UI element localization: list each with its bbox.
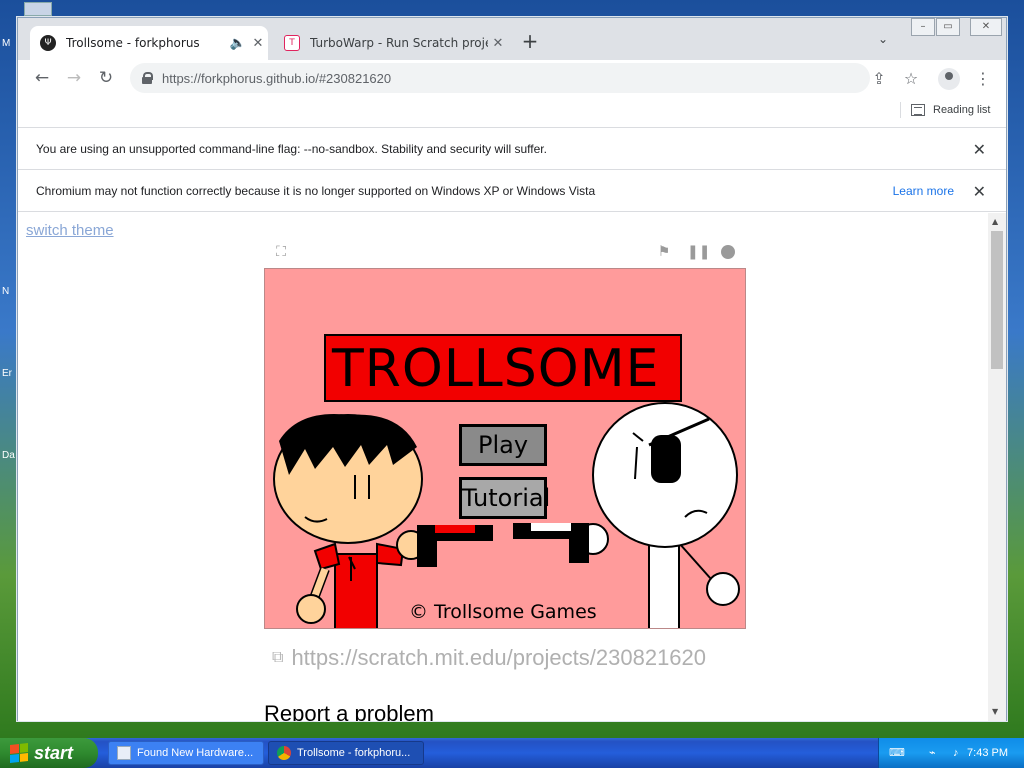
taskbar-item-browser[interactable]: Trollsome - forkphoru...	[268, 741, 424, 765]
hardware-wizard-icon	[117, 746, 131, 760]
sandbox-warning-bar: You are using an unsupported command-lin…	[18, 128, 1006, 170]
game-title: TROLLSOME	[324, 334, 682, 402]
tab-turbowarp[interactable]: T TurboWarp - Run Scratch projects fa ✕	[274, 26, 508, 60]
close-icon[interactable]: ✕	[973, 140, 986, 160]
maximize-button[interactable]: ▭	[936, 18, 960, 36]
volume-icon[interactable]: ♪	[953, 747, 967, 759]
pause-icon[interactable]: ❚❚	[687, 243, 710, 261]
start-button[interactable]: start	[0, 738, 98, 768]
close-tab-icon[interactable]: ✕	[488, 36, 508, 51]
fullscreen-icon[interactable]: ⛶	[272, 243, 290, 261]
url-text[interactable]: https://forkphorus.github.io/#230821620	[162, 71, 391, 86]
right-character-body	[648, 536, 680, 628]
divider	[900, 102, 901, 118]
tab-title: Trollsome - forkphorus	[66, 36, 200, 50]
learn-more-link[interactable]: Learn more	[893, 184, 954, 198]
sandbox-warning-text: You are using an unsupported command-lin…	[36, 141, 547, 156]
toolbar: ← → ↻ https://forkphorus.github.io/#2308…	[18, 60, 1006, 96]
play-button[interactable]: Play	[459, 424, 547, 466]
close-tab-icon[interactable]: ✕	[248, 36, 268, 51]
external-link-icon: ⧉	[272, 649, 284, 666]
vertical-scrollbar[interactable]: ▲ ▼	[988, 213, 1006, 721]
speaker-icon[interactable]: 🔈	[228, 36, 248, 51]
taskbar: start Found New Hardware... Trollsome - …	[0, 738, 1024, 768]
new-tab-button[interactable]: +	[518, 30, 542, 54]
windows-logo-icon	[10, 743, 28, 763]
reading-list-icon	[911, 104, 925, 116]
unsupported-os-text: Chromium may not function correctly beca…	[36, 183, 596, 198]
green-flag-icon[interactable]: ⚑	[655, 243, 673, 261]
desktop-icon-label[interactable]: N	[2, 286, 9, 297]
scroll-up-icon[interactable]: ▲	[992, 217, 998, 226]
close-window-button[interactable]: ✕	[970, 18, 1002, 36]
report-problem-heading: Report a problem	[264, 701, 434, 721]
left-character-body	[334, 553, 378, 628]
tab-title: TurboWarp - Run Scratch projects fa	[310, 36, 488, 50]
unsupported-os-bar: Chromium may not function correctly beca…	[18, 170, 1006, 212]
stop-icon[interactable]	[719, 243, 737, 261]
task-label: Found New Hardware...	[137, 747, 254, 759]
tab-search-icon[interactable]: ⌄	[878, 32, 888, 46]
keyboard-icon[interactable]: ⌨	[889, 747, 905, 759]
system-tray: ⌨ ⌁ ♪ 7:43 PM	[878, 738, 1024, 768]
task-label: Trollsome - forkphoru...	[297, 747, 411, 759]
address-bar[interactable]: https://forkphorus.github.io/#230821620	[130, 63, 870, 93]
tutorial-button[interactable]: Tutorial	[459, 477, 550, 519]
reading-list-button[interactable]: Reading list	[900, 102, 990, 118]
lock-icon[interactable]	[142, 72, 153, 84]
copyright-text: © Trollsome Games	[409, 601, 597, 623]
forward-icon[interactable]: →	[63, 68, 85, 90]
share-icon[interactable]: ⇪	[868, 68, 890, 90]
bookmark-star-icon[interactable]: ☆	[900, 68, 922, 90]
project-link[interactable]: ⧉ https://scratch.mit.edu/projects/23082…	[272, 645, 706, 671]
turbowarp-icon: T	[284, 35, 300, 51]
network-icon[interactable]: ⌁	[929, 747, 943, 759]
menu-kebab-icon[interactable]: ⋮	[972, 68, 994, 90]
reading-list-label: Reading list	[933, 104, 991, 116]
profile-icon[interactable]	[938, 68, 960, 90]
back-icon[interactable]: ←	[31, 68, 53, 90]
chromium-icon	[277, 746, 291, 760]
clock[interactable]: 7:43 PM	[967, 747, 1008, 759]
desktop-icon-label[interactable]: Da	[2, 450, 15, 461]
project-url-text[interactable]: https://scratch.mit.edu/projects/2308216…	[291, 645, 706, 671]
taskbar-item-hardware[interactable]: Found New Hardware...	[108, 741, 264, 765]
close-icon[interactable]: ✕	[973, 182, 986, 202]
switch-theme-link[interactable]: switch theme	[26, 222, 114, 239]
page-content: switch theme ⛶ ⚑ ❚❚ TROLLSOME Play Tutor…	[18, 213, 988, 721]
reload-icon[interactable]: ↻	[95, 68, 117, 90]
minimize-button[interactable]: –	[911, 18, 935, 36]
desktop-icon-label[interactable]: Er	[2, 368, 12, 379]
tab-strip: – ▭ ✕ Ψ Trollsome - forkphorus 🔈 ✕ T Tur…	[18, 18, 1006, 60]
computer-icon[interactable]	[24, 2, 52, 16]
start-label: start	[34, 742, 74, 763]
game-stage[interactable]: TROLLSOME Play Tutorial © Trollsome Game…	[264, 268, 746, 629]
forkphorus-icon: Ψ	[40, 35, 56, 51]
browser-window: – ▭ ✕ Ψ Trollsome - forkphorus 🔈 ✕ T Tur…	[17, 17, 1007, 721]
scrollbar-thumb[interactable]	[991, 231, 1003, 369]
scroll-down-icon[interactable]: ▼	[992, 707, 998, 716]
desktop-icon-label[interactable]: M	[2, 38, 10, 49]
bookmarks-bar: Reading list	[18, 96, 1006, 128]
tab-trollsome[interactable]: Ψ Trollsome - forkphorus 🔈 ✕	[30, 26, 268, 60]
